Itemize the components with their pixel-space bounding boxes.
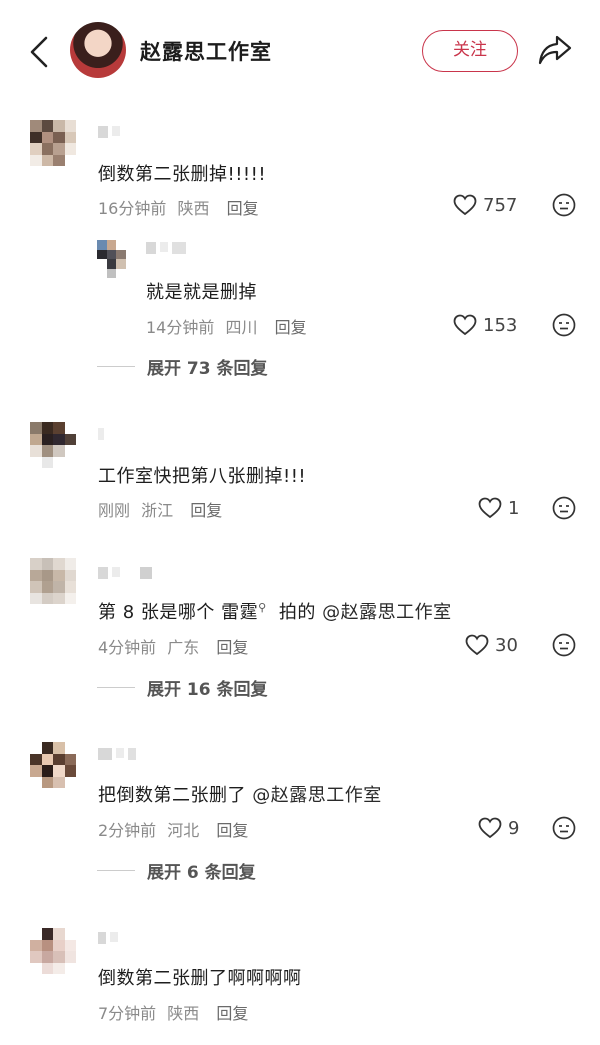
comment-text: 倒数第二张删掉!!!!! <box>98 164 267 185</box>
expand-replies-label: 展开 16 条回复 <box>147 680 268 700</box>
like-button[interactable]: 1 <box>478 497 519 519</box>
search-keyword-link[interactable]: 雷霆 <box>221 602 258 623</box>
reply-button[interactable]: 回复 <box>227 199 259 218</box>
comment-text-part: 拍的 <box>272 602 323 623</box>
comment-meta: 刚刚 浙江 回复 <box>98 497 222 521</box>
like-button[interactable]: 30 <box>465 634 518 656</box>
like-button[interactable]: 9 <box>478 817 519 839</box>
user-name-blurred[interactable] <box>98 567 152 581</box>
like-button[interactable]: 757 <box>453 194 517 216</box>
comment-location: 浙江 <box>141 501 174 520</box>
comment-meta: 2分钟前 河北 回复 <box>98 817 248 841</box>
follow-button[interactable]: 关注 <box>422 30 518 72</box>
user-avatar[interactable] <box>97 240 135 278</box>
comment-meta: 16分钟前 陕西 回复 <box>98 195 259 219</box>
page-title[interactable]: 赵露思工作室 <box>140 36 272 66</box>
heart-outline-icon <box>453 194 477 216</box>
comment-meta: 7分钟前 陕西 回复 <box>98 1000 248 1024</box>
comment-time: 14分钟前 <box>146 318 215 337</box>
expand-replies-button[interactable]: 展开 73 条回复 <box>97 354 268 379</box>
divider-line <box>97 870 135 871</box>
comment-text: 工作室快把第八张删掉!!! <box>98 466 307 487</box>
mention-link[interactable]: @赵露思工作室 <box>322 602 452 623</box>
comment-text-part: 第 8 张是哪个 <box>98 602 222 623</box>
top-bar: 赵露思工作室 关注 <box>0 0 600 100</box>
heart-outline-icon <box>465 634 489 656</box>
user-avatar[interactable] <box>30 742 76 788</box>
heart-outline-icon <box>478 817 502 839</box>
comment-location: 四川 <box>225 318 258 337</box>
reply-button[interactable]: 回复 <box>216 1004 248 1023</box>
like-count: 30 <box>495 634 518 656</box>
like-count: 1 <box>508 497 520 519</box>
share-arrow-icon[interactable] <box>537 33 573 67</box>
comment-text-part: 把倒数第二张删了 <box>98 785 253 806</box>
comment-meta: 4分钟前 广东 回复 <box>98 634 248 658</box>
comment-time: 刚刚 <box>98 501 131 520</box>
user-avatar[interactable] <box>30 120 76 166</box>
user-name-blurred[interactable] <box>146 242 186 256</box>
comment-time: 4分钟前 <box>98 638 157 657</box>
meh-face-icon[interactable] <box>552 193 576 217</box>
comment-time: 2分钟前 <box>98 821 157 840</box>
comment-location: 陕西 <box>167 1004 200 1023</box>
user-avatar[interactable] <box>30 928 76 974</box>
heart-outline-icon <box>453 314 477 336</box>
comment-location: 广东 <box>167 638 200 657</box>
user-avatar[interactable] <box>30 422 76 468</box>
meh-face-icon[interactable] <box>552 313 576 337</box>
comment-text: 把倒数第二张删了 @赵露思工作室 <box>98 781 382 807</box>
meh-face-icon[interactable] <box>552 633 576 657</box>
meh-face-icon[interactable] <box>552 496 576 520</box>
comment-location: 河北 <box>167 821 200 840</box>
comment-meta: 14分钟前 四川 回复 <box>146 314 307 338</box>
like-count: 153 <box>483 314 518 336</box>
mention-link[interactable]: @赵露思工作室 <box>252 785 382 806</box>
comment-text: 第 8 张是哪个 雷霆⚲ 拍的 @赵露思工作室 <box>98 598 452 624</box>
user-name-blurred[interactable] <box>98 932 118 946</box>
user-avatar[interactable] <box>30 558 76 604</box>
comment-text: 倒数第二张删了啊啊啊啊 <box>98 968 302 989</box>
expand-replies-button[interactable]: 展开 6 条回复 <box>97 858 256 883</box>
expand-replies-button[interactable]: 展开 16 条回复 <box>97 675 268 700</box>
divider-line <box>97 687 135 688</box>
comment-time: 16分钟前 <box>98 199 167 218</box>
reply-button[interactable]: 回复 <box>216 638 248 657</box>
reply-button[interactable]: 回复 <box>190 501 222 520</box>
like-count: 9 <box>508 817 520 839</box>
meh-face-icon[interactable] <box>552 816 576 840</box>
comment-location: 陕西 <box>177 199 210 218</box>
user-name-blurred[interactable] <box>98 126 120 140</box>
search-icon[interactable]: ⚲ <box>258 601 267 614</box>
back-chevron-icon[interactable] <box>26 34 52 70</box>
heart-outline-icon <box>478 497 502 519</box>
comment-time: 7分钟前 <box>98 1004 157 1023</box>
divider-line <box>97 366 135 367</box>
like-count: 757 <box>483 194 518 216</box>
comment-text: 就是就是删掉 <box>146 282 257 303</box>
user-name-blurred[interactable] <box>98 428 104 442</box>
reply-button[interactable]: 回复 <box>275 318 307 337</box>
expand-replies-label: 展开 6 条回复 <box>147 863 256 883</box>
reply-button[interactable]: 回复 <box>216 821 248 840</box>
studio-avatar[interactable] <box>70 22 126 78</box>
user-name-blurred[interactable] <box>98 748 136 762</box>
like-button[interactable]: 153 <box>453 314 517 336</box>
expand-replies-label: 展开 73 条回复 <box>147 359 268 379</box>
